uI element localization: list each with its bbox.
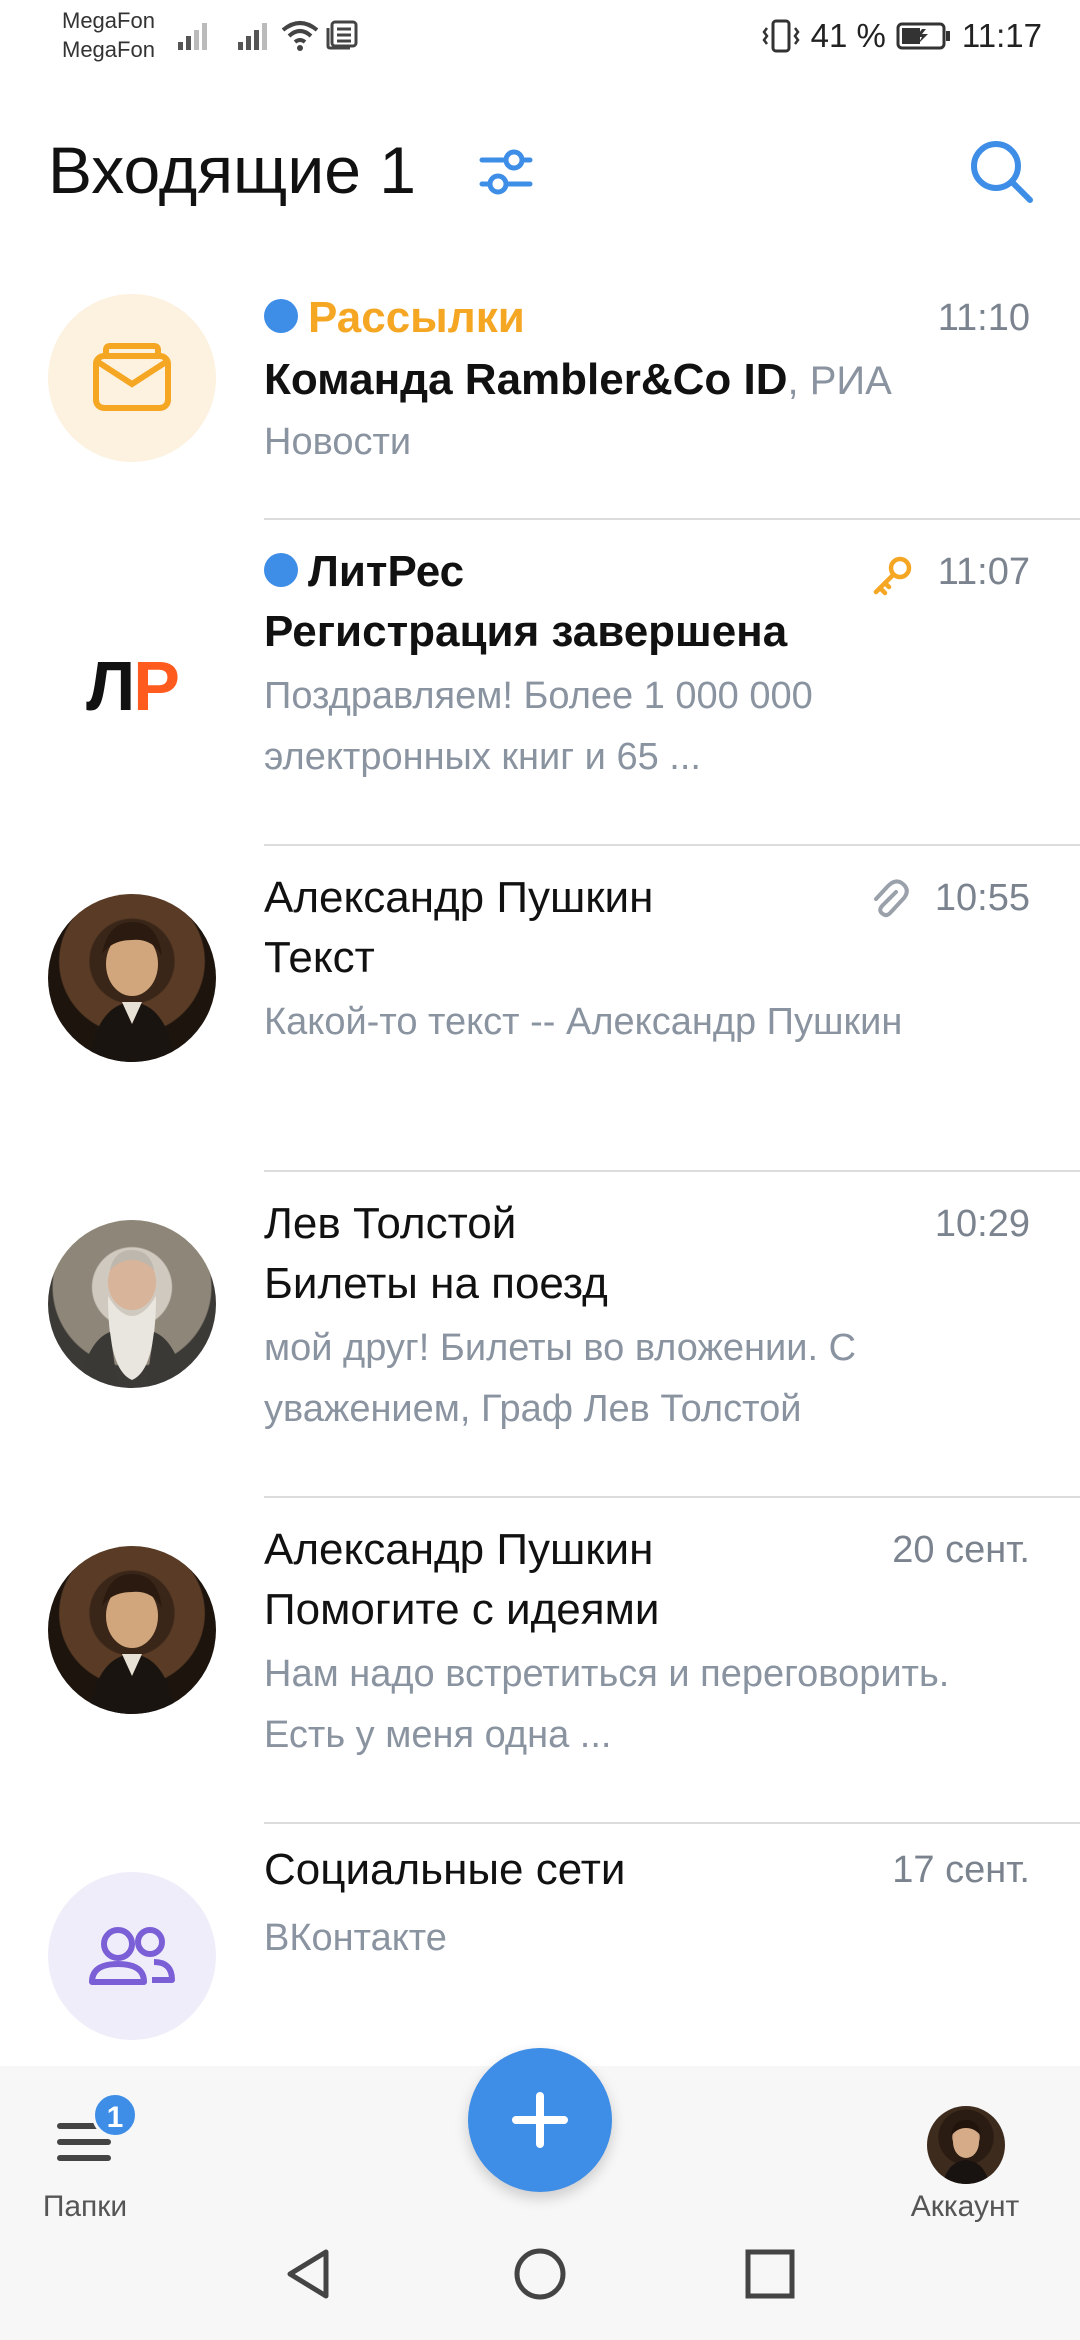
avatar	[48, 1546, 216, 1714]
avatar	[48, 1872, 216, 2040]
app-header: Входящие 1	[0, 120, 1080, 220]
logo-text: ЛР	[86, 647, 180, 725]
portrait-icon	[88, 1574, 176, 1714]
status-right: 41 % 11:17	[761, 14, 1042, 58]
message-preview: ВКонтакте	[264, 1917, 447, 1959]
subject-line: Команда Rambler&Co ID, РИА	[264, 352, 892, 409]
portrait-icon	[943, 2120, 989, 2184]
sender-name: Рассылки	[308, 293, 525, 342]
clock: 11:17	[961, 17, 1042, 54]
message-subject: Билеты на поезд	[264, 1259, 608, 1308]
plus-icon	[512, 2092, 568, 2148]
sender-name: Социальные сети	[264, 1845, 626, 1894]
battery-percent: 41 %	[810, 17, 886, 54]
wifi-icon	[281, 21, 319, 51]
message-preview: Поздравляем! Более 1 000 000 электронных…	[264, 675, 813, 778]
message-time: 20 сент.	[892, 1529, 1030, 1571]
sliders-icon[interactable]	[478, 146, 534, 198]
sender-line: ЛитРес	[264, 544, 464, 600]
circle-home-icon[interactable]	[512, 2246, 568, 2302]
message-preview: Нам надо встретиться и переговорить. Ест…	[264, 1653, 950, 1756]
avatar	[48, 1220, 216, 1388]
message-preview: Какой-то текст -- Александр Пушкин	[264, 1001, 903, 1043]
sender-name: Александр Пушкин	[264, 873, 654, 922]
message-preview: мой друг! Билеты во вложении. С уважение…	[264, 1327, 857, 1430]
folders-badge: 1	[92, 2092, 138, 2138]
message-time: 11:10	[937, 297, 1030, 339]
carrier-labels: MegaFon MegaFon	[62, 6, 155, 64]
message-time: 10:55	[934, 877, 1030, 919]
battery-icon	[896, 22, 950, 50]
message-time: 17 сент.	[892, 1849, 1030, 1891]
portrait-icon	[78, 1250, 186, 1388]
message-time: 10:29	[934, 1203, 1030, 1245]
litres-logo: ЛР	[48, 598, 216, 766]
sender-name: Александр Пушкин	[264, 1525, 654, 1574]
vibrate-icon	[762, 19, 800, 53]
message-preview: Новости	[264, 421, 412, 463]
bottom-bar: 1 Папки Аккаунт	[0, 2048, 1080, 2340]
account-avatar	[927, 2106, 1005, 2184]
signal-icon	[238, 23, 267, 50]
unread-dot	[264, 299, 298, 334]
news-icon	[326, 20, 358, 50]
sender-line: Рассылки	[264, 290, 525, 346]
message-row[interactable]: Социальные сети 17 сент. ВКонтакте	[0, 1824, 1080, 2064]
square-recents-icon[interactable]	[744, 2248, 796, 2300]
message-row[interactable]: Александр Пушкин 20 сент. Помогите с иде…	[0, 1498, 1080, 1824]
page-title: Входящие 1	[48, 133, 416, 207]
message-row[interactable]: Александр Пушкин 10:55 Текст Какой-то те…	[0, 846, 1080, 1172]
carrier-1: MegaFon	[62, 8, 155, 33]
signal-icon	[178, 23, 207, 50]
system-nav-bar	[0, 2206, 1080, 2340]
message-subject: Регистрация завершена	[264, 607, 788, 656]
message-row[interactable]: Рассылки 11:10 Команда Rambler&Co ID, РИ…	[0, 260, 1080, 520]
message-time: 11:07	[937, 551, 1030, 593]
portrait-icon	[88, 922, 176, 1062]
sender-name: ЛитРес	[308, 547, 465, 596]
sender-name: Лев Толстой	[264, 1199, 517, 1248]
avatar	[48, 894, 216, 1062]
paperclip-icon	[874, 879, 909, 918]
mail-icon	[93, 343, 171, 411]
people-icon	[89, 1927, 175, 1985]
triangle-back-icon[interactable]	[282, 2246, 334, 2302]
unread-dot	[264, 553, 298, 588]
message-subject: Текст	[264, 933, 375, 982]
carrier-2: MegaFon	[62, 37, 155, 62]
message-subject: Помогите с идеями	[264, 1585, 660, 1634]
message-row[interactable]: ЛР ЛитРес 11:07 Регистрация завершена По…	[0, 520, 1080, 846]
subject-sender: Команда Rambler&Co ID	[264, 355, 788, 404]
search-icon[interactable]	[968, 138, 1034, 204]
subject-rest: , РИА	[787, 359, 892, 403]
status-bar: MegaFon MegaFon 41 % 11:17	[0, 0, 1080, 75]
key-icon	[873, 556, 912, 596]
avatar	[48, 294, 216, 462]
compose-button[interactable]	[468, 2048, 612, 2192]
message-row[interactable]: Лев Толстой 10:29 Билеты на поезд мой др…	[0, 1172, 1080, 1498]
